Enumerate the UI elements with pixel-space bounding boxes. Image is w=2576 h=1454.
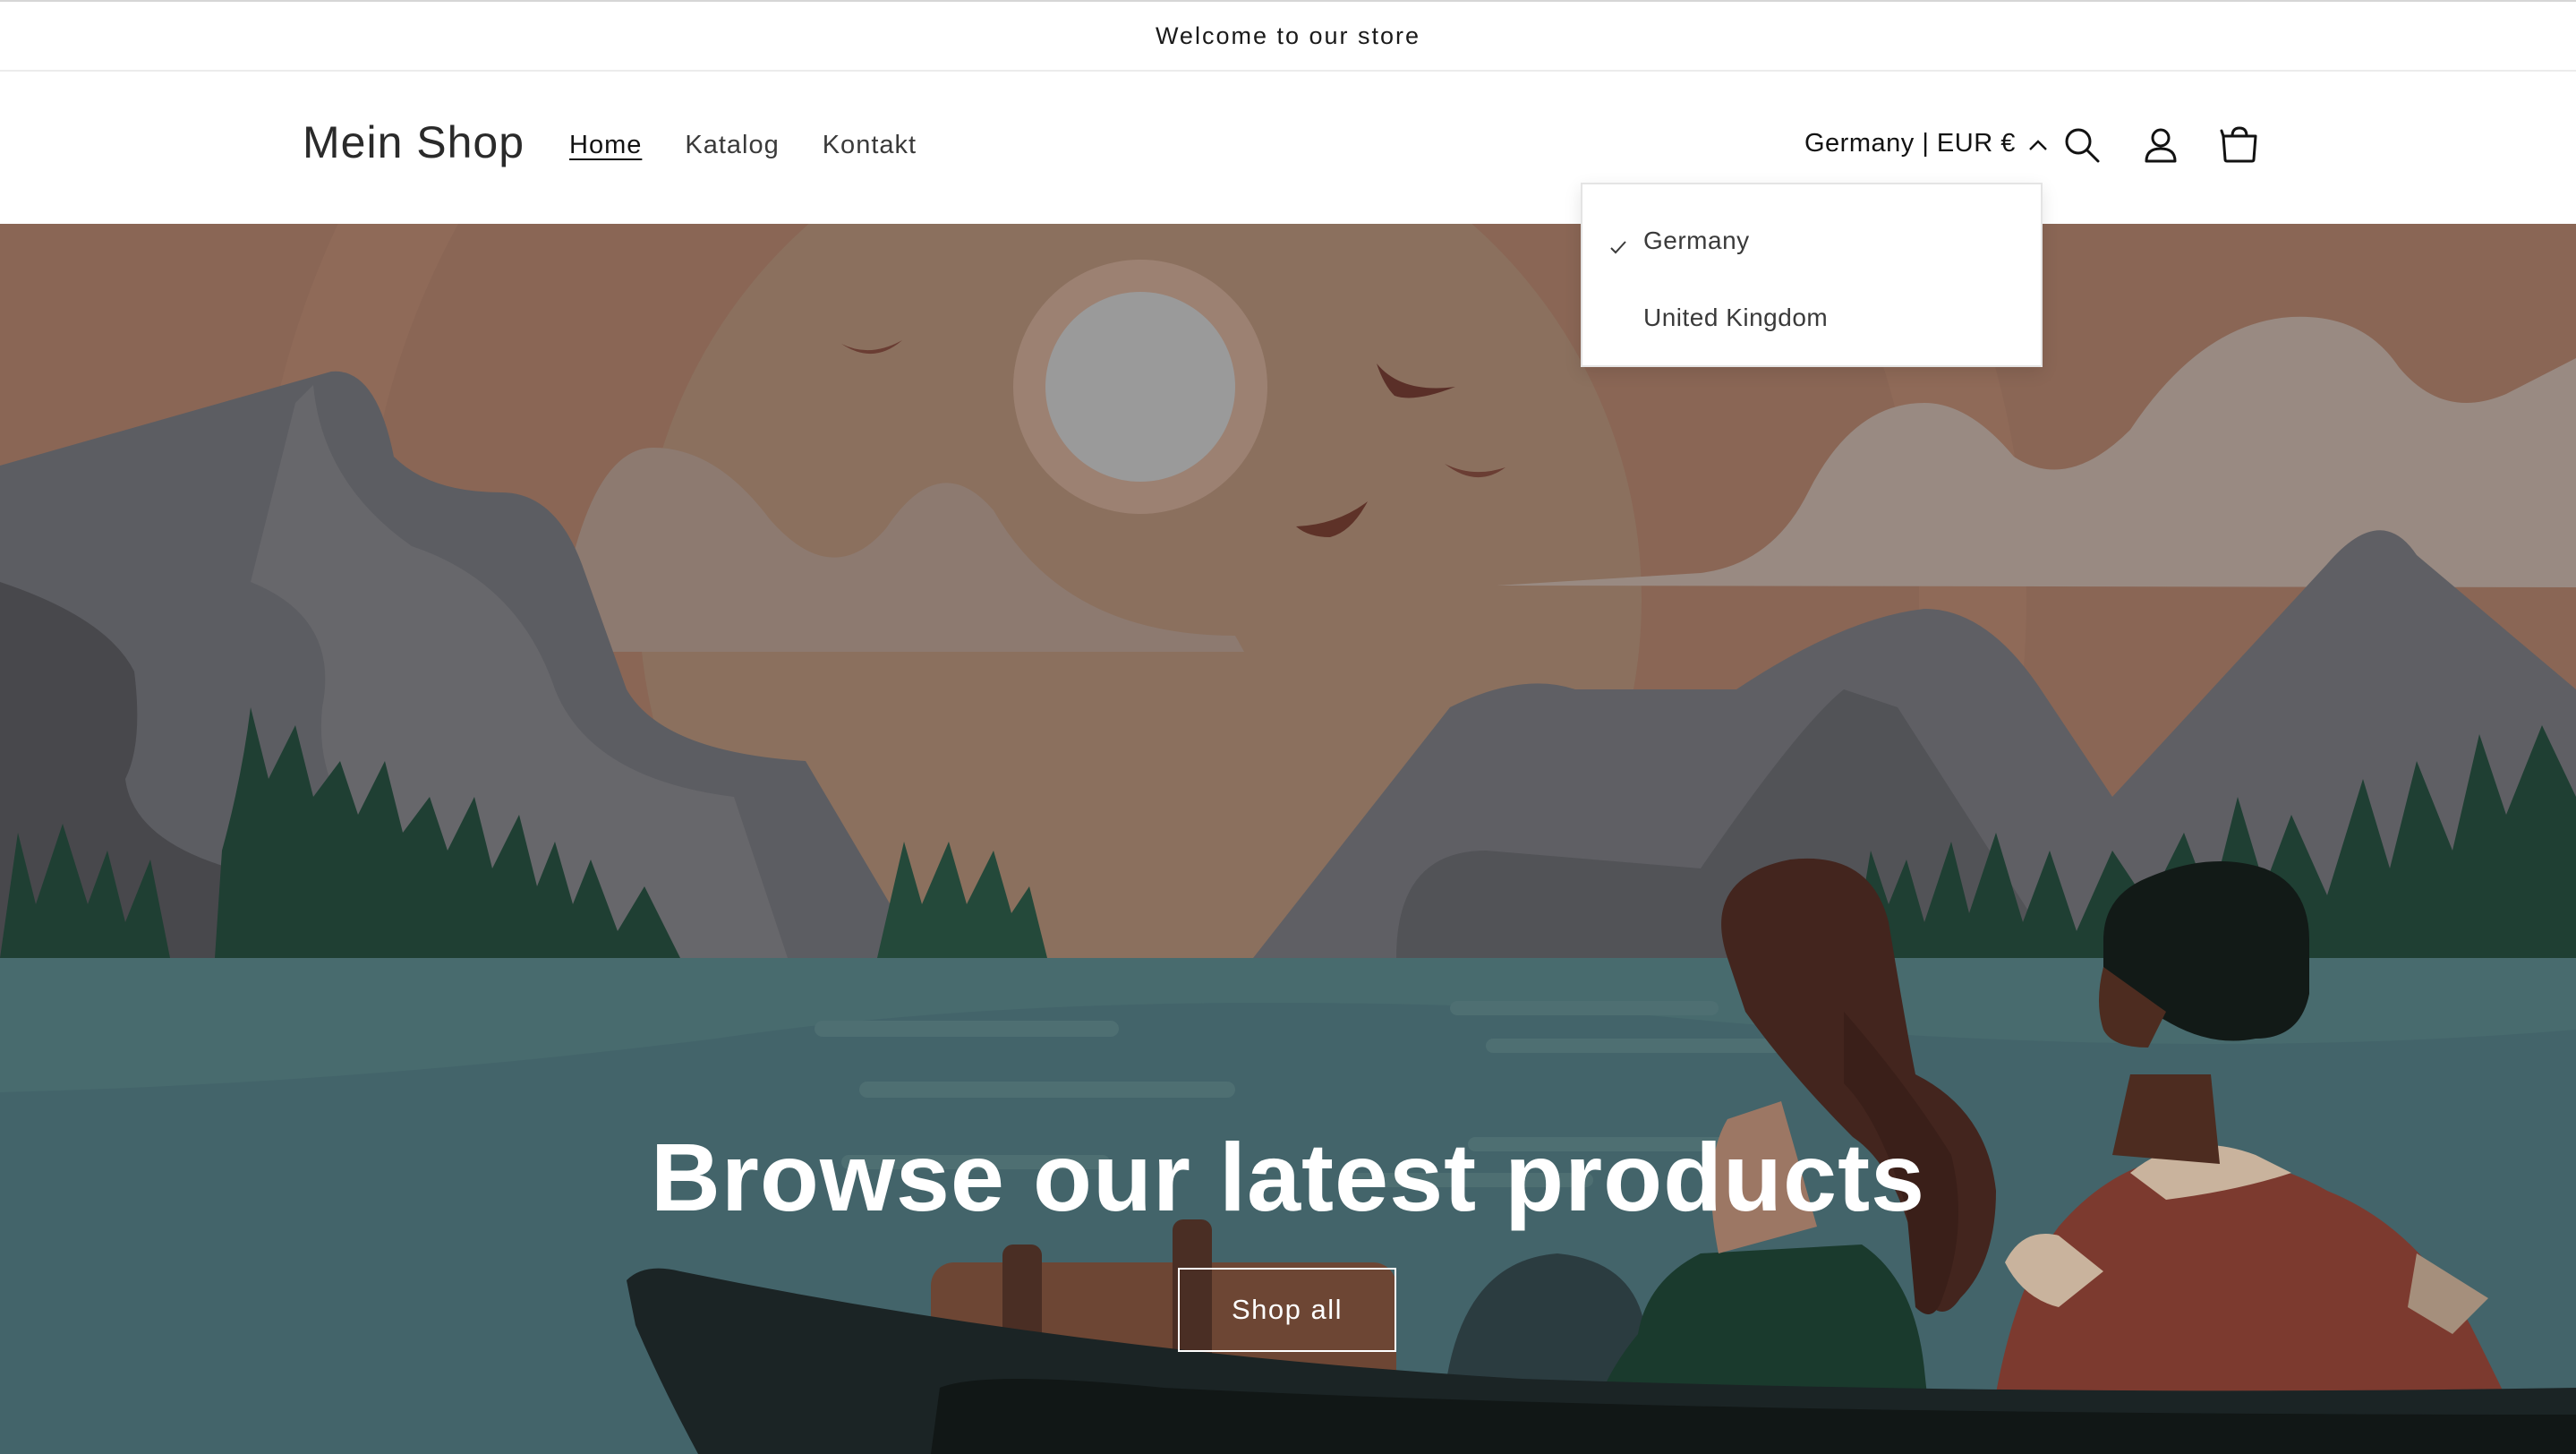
nav-link-home[interactable]: Home (569, 131, 642, 160)
country-option-united-kingdom[interactable]: United Kingdom (1582, 279, 2041, 356)
cart-icon[interactable] (2218, 124, 2261, 167)
country-option-label: Germany (1643, 227, 1750, 254)
account-icon[interactable] (2139, 124, 2182, 167)
announcement-text: Welcome to our store (1155, 21, 1421, 49)
country-option-germany[interactable]: Germany (1582, 202, 2041, 279)
checkmark-icon (1609, 233, 1627, 254)
nav-link-katalog[interactable]: Katalog (685, 131, 779, 160)
nav-link-kontakt[interactable]: Kontakt (823, 131, 917, 160)
hero-title: Browse our latest products (650, 1123, 1926, 1231)
country-currency-selector[interactable]: Germany | EUR € (1804, 129, 2048, 158)
country-dropdown: Germany United Kingdom (1581, 183, 2043, 367)
search-icon[interactable] (2060, 124, 2103, 167)
announcement-bar: Welcome to our store (0, 0, 2576, 72)
hero-banner: Browse our latest products Shop all (0, 224, 2576, 1454)
shop-all-button[interactable]: Shop all (1178, 1268, 1396, 1352)
country-option-label: United Kingdom (1643, 304, 1829, 331)
country-currency-label: Germany | EUR € (1804, 129, 2016, 158)
store-logo[interactable]: Mein Shop (303, 116, 525, 168)
chevron-up-icon (2028, 129, 2048, 158)
site-header: Mein Shop Home Katalog Kontakt Germany |… (0, 72, 2576, 224)
main-nav: Home Katalog Kontakt (569, 131, 917, 160)
